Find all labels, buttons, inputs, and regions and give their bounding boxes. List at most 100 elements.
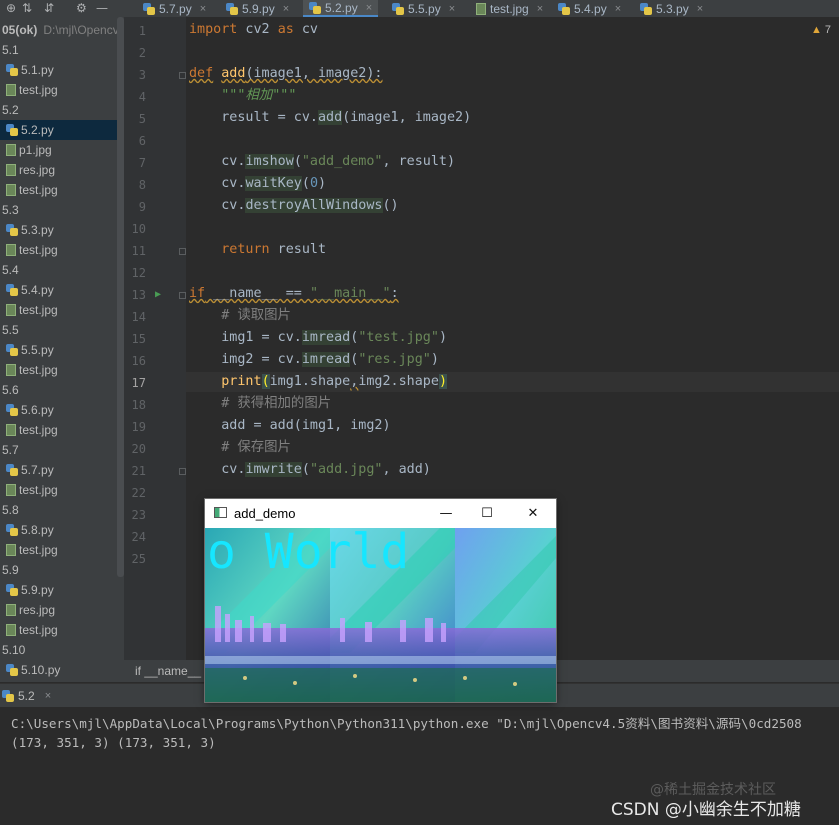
python-file-icon (6, 664, 18, 676)
code-line[interactable]: img2 = cv.imread("res.jpg") (189, 352, 439, 368)
project-root-path: D:\mjl\Opencv (43, 23, 119, 37)
code-token: img2 = cv. (189, 352, 302, 367)
code-line[interactable]: # 保存图片 (189, 440, 291, 456)
collapse-all-icon[interactable]: ⇵ (44, 1, 54, 15)
tab-5-7-py[interactable]: 5.7.py × (137, 0, 212, 17)
tree-folder[interactable]: 5.4 (0, 260, 124, 280)
maximize-button[interactable]: ☐ (475, 503, 499, 523)
tree-item-label: test.jpg (19, 183, 58, 197)
tree-file[interactable]: 5.5.py (0, 340, 124, 360)
tree-file[interactable]: 5.3.py (0, 220, 124, 240)
tree-file[interactable]: 5.7.py (0, 460, 124, 480)
tree-file[interactable]: test.jpg (0, 620, 124, 640)
line-number: 25 (131, 552, 146, 566)
tree-file[interactable]: test.jpg (0, 180, 124, 200)
tab-5-5-py[interactable]: 5.5.py × (386, 0, 461, 17)
tree-file[interactable]: test.jpg (0, 540, 124, 560)
close-icon[interactable]: × (449, 3, 455, 15)
tree-folder[interactable]: 5.3 (0, 200, 124, 220)
tree-file[interactable]: 5.4.py (0, 280, 124, 300)
warning-badge[interactable]: ▲ 7 (811, 24, 831, 36)
tree-file[interactable]: p1.jpg (0, 140, 124, 160)
code-line[interactable]: cv.destroyAllWindows() (189, 198, 399, 214)
python-file-icon (6, 224, 18, 236)
tree-item-label: 5.4 (2, 263, 19, 277)
tree-file[interactable]: 5.8.py (0, 520, 124, 540)
fold-marker[interactable] (179, 72, 186, 79)
tree-item-label: 5.8 (2, 503, 19, 517)
close-icon[interactable]: × (283, 3, 289, 15)
tree-file[interactable]: test.jpg (0, 240, 124, 260)
code-line[interactable]: import cv2 as cv (189, 22, 318, 38)
code-line[interactable]: add = add(img1, img2) (189, 418, 390, 434)
tree-file[interactable]: 5.9.py (0, 580, 124, 600)
tree-file[interactable]: test.jpg (0, 300, 124, 320)
close-icon[interactable]: × (697, 3, 703, 15)
minimize-panel-icon[interactable]: — (96, 1, 108, 15)
expand-all-icon[interactable]: ⇅ (22, 1, 32, 15)
tab-5-4-py[interactable]: 5.4.py × (552, 0, 627, 17)
code-line[interactable]: cv.imshow("add_demo", result) (189, 154, 455, 170)
code-line[interactable]: # 读取图片 (189, 308, 291, 324)
code-line[interactable]: print(img1.shape,img2.shape) (186, 372, 839, 392)
tab-test-jpg[interactable]: test.jpg × (470, 0, 549, 17)
run-gutter-icon[interactable]: ▶ (155, 289, 161, 300)
code-line[interactable]: if __name__ == "__main__": (189, 286, 399, 302)
tree-folder[interactable]: 5.1 (0, 40, 124, 60)
project-root[interactable]: 05(ok) D:\mjl\Opencv (0, 20, 124, 40)
tree-folder[interactable]: 5.8 (0, 500, 124, 520)
tab-5-3-py[interactable]: 5.3.py × (634, 0, 709, 17)
close-icon[interactable]: × (366, 2, 372, 14)
tab-5-2-py[interactable]: 5.2.py × (303, 0, 379, 17)
run-tab[interactable]: 5.2 × (0, 684, 51, 708)
close-button[interactable]: ✕ (521, 503, 545, 523)
close-icon[interactable]: × (537, 3, 543, 15)
tab-5-9-py[interactable]: 5.9.py × (220, 0, 295, 17)
tree-item-label: 5.7.py (21, 463, 54, 477)
fold-marker[interactable] (179, 248, 186, 255)
tree-item-label: test.jpg (19, 543, 58, 557)
fold-marker[interactable] (179, 292, 186, 299)
target-icon[interactable]: ⊕ (6, 1, 16, 15)
close-icon[interactable]: × (615, 3, 621, 15)
python-file-icon (143, 2, 155, 15)
opencv-window-titlebar[interactable]: add_demo — ☐ ✕ (205, 499, 556, 528)
tree-file[interactable]: res.jpg (0, 600, 124, 620)
code-line[interactable]: cv.waitKey(0) (189, 176, 326, 192)
code-line[interactable]: """相加""" (189, 88, 296, 104)
tree-folder[interactable]: 5.5 (0, 320, 124, 340)
image-file-icon (6, 184, 16, 196)
close-icon[interactable]: × (45, 690, 51, 702)
close-icon[interactable]: × (200, 3, 206, 15)
tree-file[interactable]: 5.1.py (0, 60, 124, 80)
tree-file[interactable]: test.jpg (0, 420, 124, 440)
tree-file[interactable]: res.jpg (0, 160, 124, 180)
code-line[interactable]: cv.imwrite("add.jpg", add) (189, 462, 431, 478)
tree-file[interactable]: test.jpg (0, 80, 124, 100)
code-line[interactable]: # 获得相加的图片 (189, 396, 331, 412)
tree-folder[interactable]: 5.6 (0, 380, 124, 400)
minimize-button[interactable]: — (434, 503, 458, 523)
code-line[interactable]: return result (189, 242, 326, 258)
blended-image: o World (205, 528, 556, 702)
gear-icon[interactable]: ⚙ (76, 1, 87, 15)
code-line[interactable]: img1 = cv.imread("test.jpg") (189, 330, 447, 346)
tree-folder[interactable]: 5.2 (0, 100, 124, 120)
tab-label: 5.5.py (408, 1, 441, 16)
editor-tab-bar: ⊕ ⇅ ⇵ ⚙ — 5.7.py × 5.9.py × 5.2.py × 5.5.py × te… (0, 0, 839, 18)
code-line[interactable]: result = cv.add(image1, image2) (189, 110, 471, 126)
tree-file[interactable]: 5.10.py (0, 660, 124, 680)
tree-scrollbar[interactable] (117, 17, 124, 577)
code-line[interactable]: def add(image1, image2): (189, 66, 383, 82)
tree-folder[interactable]: 5.9 (0, 560, 124, 580)
tree-file[interactable]: test.jpg (0, 480, 124, 500)
tree-file[interactable]: test.jpg (0, 360, 124, 380)
tree-folder[interactable]: 5.10 (0, 640, 124, 660)
tree-file[interactable]: 5.6.py (0, 400, 124, 420)
tree-file[interactable]: 5.2.py (0, 120, 124, 140)
code-token: "__main__" (309, 286, 391, 301)
opencv-window[interactable]: add_demo — ☐ ✕ o World (205, 499, 556, 702)
fold-marker[interactable] (179, 468, 186, 475)
tree-folder[interactable]: 5.7 (0, 440, 124, 460)
